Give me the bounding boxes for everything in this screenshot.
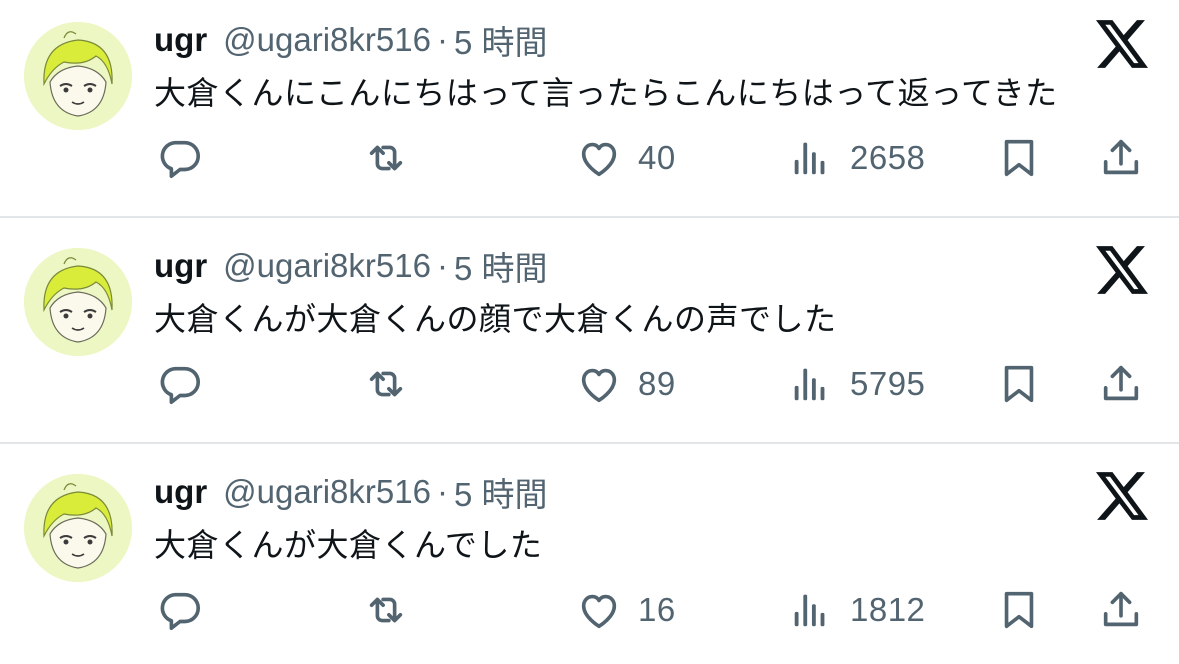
share-button[interactable] — [1098, 128, 1144, 188]
tweet-text: 大倉くんが大倉くんの顔で大倉くんの声でした — [154, 301, 837, 337]
avatar[interactable] — [24, 22, 132, 130]
display-name[interactable]: ugr — [154, 247, 207, 285]
reply-button[interactable] — [157, 128, 203, 188]
share-icon — [1098, 587, 1144, 633]
like-icon — [576, 361, 622, 407]
retweet-button[interactable] — [363, 354, 409, 414]
x-logo-icon[interactable] — [1096, 472, 1148, 524]
timestamp[interactable]: 5 時間 — [454, 242, 548, 290]
tweet[interactable]: ugr @ugari8kr516 · 5 時間 大倉くんにこんにちはって言ったら… — [0, 0, 1179, 226]
timestamp[interactable]: 5 時間 — [454, 16, 548, 64]
like-button[interactable]: 40 — [576, 128, 676, 188]
separator-dot: · — [436, 473, 448, 510]
bookmark-button[interactable] — [996, 580, 1042, 640]
tweet-header: ugr @ugari8kr516 · 5 時間 — [154, 18, 547, 62]
x-logo-icon[interactable] — [1096, 20, 1148, 72]
timestamp[interactable]: 5 時間 — [454, 468, 548, 516]
avatar[interactable] — [24, 474, 132, 582]
share-icon — [1098, 135, 1144, 181]
like-icon — [576, 587, 622, 633]
views-icon — [788, 361, 834, 407]
bookmark-button[interactable] — [996, 354, 1042, 414]
retweet-button[interactable] — [363, 128, 409, 188]
tweet-header: ugr @ugari8kr516 · 5 時間 — [154, 244, 547, 288]
divider — [0, 216, 1179, 218]
retweet-icon — [363, 361, 409, 407]
bookmark-icon — [996, 361, 1042, 407]
retweet-icon — [363, 135, 409, 181]
like-button[interactable]: 16 — [576, 580, 676, 640]
reply-icon — [157, 587, 203, 633]
like-icon — [576, 135, 622, 181]
views-button[interactable]: 1812 — [788, 580, 925, 640]
reply-icon — [157, 135, 203, 181]
views-button[interactable]: 5795 — [788, 354, 925, 414]
view-count: 2658 — [850, 139, 926, 176]
tweet-actions: 89 5795 — [0, 354, 1179, 414]
tweet-text: 大倉くんが大倉くんでした — [154, 527, 543, 563]
share-icon — [1098, 361, 1144, 407]
view-count: 1812 — [850, 591, 926, 628]
avatar[interactable] — [24, 248, 132, 356]
tweet-header: ugr @ugari8kr516 · 5 時間 — [154, 470, 547, 514]
share-button[interactable] — [1098, 580, 1144, 640]
separator-dot: · — [436, 21, 448, 58]
like-button[interactable]: 89 — [576, 354, 676, 414]
views-icon — [788, 135, 834, 181]
separator-dot: · — [436, 247, 448, 284]
like-count: 16 — [638, 591, 676, 628]
bookmark-button[interactable] — [996, 128, 1042, 188]
views-button[interactable]: 2658 — [788, 128, 925, 188]
like-count: 40 — [638, 139, 676, 176]
reply-button[interactable] — [157, 354, 203, 414]
tweet[interactable]: ugr @ugari8kr516 · 5 時間 大倉くんが大倉くんの顔で大倉くん… — [0, 226, 1179, 452]
view-count: 5795 — [850, 365, 926, 402]
user-handle[interactable]: @ugari8kr516 — [223, 473, 431, 511]
tweet-actions: 16 1812 — [0, 580, 1179, 640]
divider — [0, 442, 1179, 444]
display-name[interactable]: ugr — [154, 473, 207, 511]
x-logo-icon[interactable] — [1096, 246, 1148, 298]
share-button[interactable] — [1098, 354, 1144, 414]
tweet[interactable]: ugr @ugari8kr516 · 5 時間 大倉くんが大倉くんでした 16 … — [0, 452, 1179, 664]
display-name[interactable]: ugr — [154, 21, 207, 59]
user-handle[interactable]: @ugari8kr516 — [223, 21, 431, 59]
bookmark-icon — [996, 135, 1042, 181]
like-count: 89 — [638, 365, 676, 402]
reply-icon — [157, 361, 203, 407]
views-icon — [788, 587, 834, 633]
reply-button[interactable] — [157, 580, 203, 640]
tweet-actions: 40 2658 — [0, 128, 1179, 188]
bookmark-icon — [996, 587, 1042, 633]
retweet-button[interactable] — [363, 580, 409, 640]
tweet-feed: ugr @ugari8kr516 · 5 時間 大倉くんにこんにちはって言ったら… — [0, 0, 1179, 664]
tweet-text: 大倉くんにこんにちはって言ったらこんにちはって返ってきた — [154, 75, 1058, 111]
user-handle[interactable]: @ugari8kr516 — [223, 247, 431, 285]
retweet-icon — [363, 587, 409, 633]
